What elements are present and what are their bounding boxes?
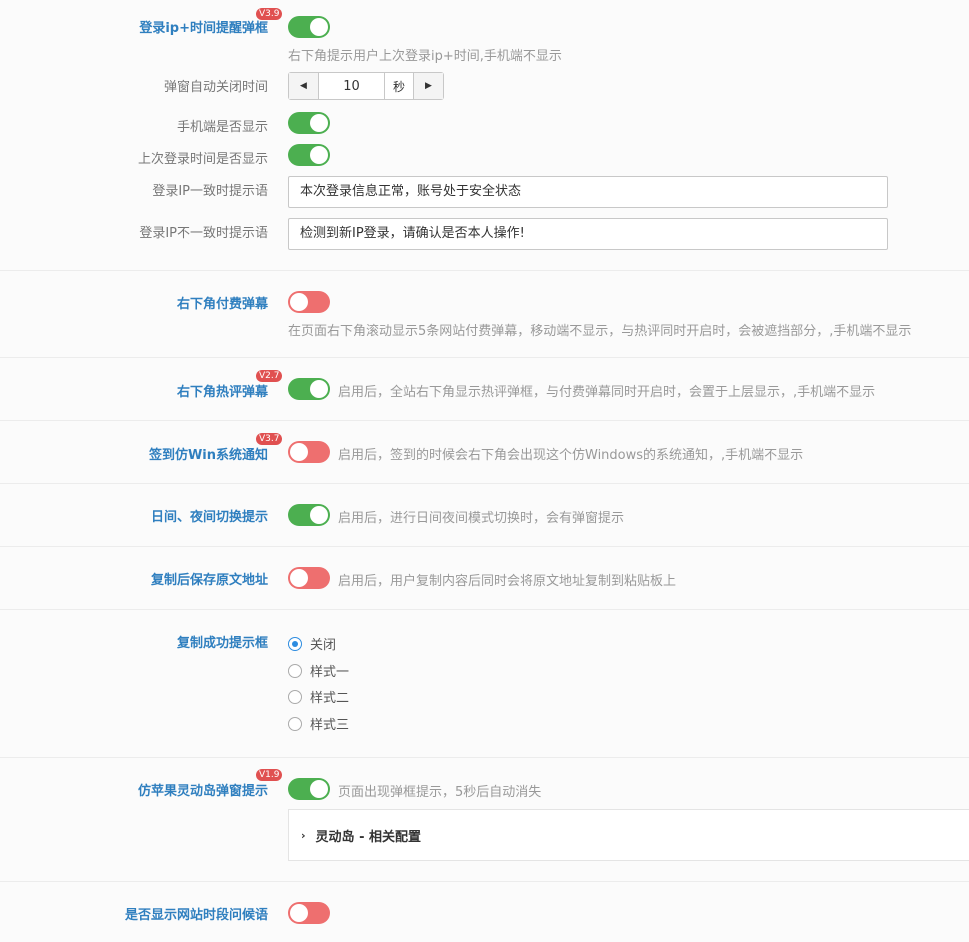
- chevron-right-icon: ›: [301, 828, 306, 842]
- config-panel-title: 灵动岛 - 相关配置: [315, 829, 421, 845]
- copy-source-desc: 启用后，用户复制内容后同时会将原文地址复制到粘贴板上: [338, 574, 677, 589]
- toggle-knob: [290, 904, 308, 922]
- hot-comment-desc: 启用后，全站右下角显示热评弹框，与付费弹幕同时开启时，会置于上层显示，,手机端不…: [338, 385, 876, 400]
- auto-close-label: 弹窗自动关闭时间: [163, 80, 268, 95]
- toggle-knob: [310, 114, 328, 132]
- paid-barrage-desc: 在页面右下角滚动显示5条网站付费弹幕，移动端不显示，与热评同时开启时，会被遮挡部…: [288, 324, 912, 339]
- day-night-toggle[interactable]: [288, 504, 330, 526]
- auto-close-unit: 秒: [392, 79, 405, 94]
- ip-match-tip-input[interactable]: 本次登录信息正常，账号处于安全状态: [288, 176, 888, 208]
- divider: [0, 270, 969, 271]
- radio-option-style-1[interactable]: 样式一: [288, 661, 349, 680]
- dynamic-island-label: 仿苹果灵动岛弹窗提示: [137, 784, 268, 799]
- radio-unchecked-icon: [288, 663, 302, 678]
- greeting-toggle[interactable]: [288, 902, 330, 924]
- radio-option-style-2[interactable]: 样式二: [288, 687, 349, 706]
- login-ip-popup-desc: 右下角提示用户上次登录ip+时间,手机端不显示: [288, 49, 562, 64]
- increment-button[interactable]: ▶: [413, 73, 443, 99]
- divider: [0, 881, 969, 882]
- win-notify-desc: 启用后，签到的时候会右下角会出现这个仿Windows的系统通知，,手机端不显示: [338, 448, 804, 463]
- login-ip-popup-toggle[interactable]: [288, 16, 330, 38]
- divider: [0, 546, 969, 547]
- toggle-knob: [290, 569, 308, 587]
- radio-label: 样式二: [310, 691, 350, 706]
- greeting-label: 是否显示网站时段问候语: [124, 908, 268, 923]
- win-notify-toggle[interactable]: [288, 441, 330, 463]
- auto-close-value[interactable]: 10: [319, 73, 385, 99]
- toggle-knob: [310, 380, 328, 398]
- version-badge: V3.9: [256, 8, 283, 20]
- toggle-knob: [290, 293, 308, 311]
- mobile-show-label: 手机端是否显示: [176, 120, 268, 135]
- divider: [0, 420, 969, 421]
- version-badge: V3.7: [256, 433, 283, 445]
- radio-label: 关闭: [310, 638, 337, 653]
- auto-close-stepper: ▶ 10 秒 ▶: [288, 72, 444, 100]
- toggle-knob: [310, 18, 328, 36]
- copy-source-toggle[interactable]: [288, 567, 330, 589]
- ip-match-tip-label: 登录IP一致时提示语: [152, 184, 268, 199]
- version-badge: V2.7: [256, 370, 283, 382]
- radio-label: 样式一: [310, 665, 350, 680]
- login-ip-popup-label: 登录ip+时间提醒弹框: [139, 21, 268, 36]
- divider: [0, 609, 969, 610]
- caret-right-icon: ▶: [425, 81, 432, 91]
- radio-unchecked-icon: [288, 716, 302, 731]
- copy-source-label: 复制后保存原文地址: [150, 573, 268, 588]
- paid-barrage-toggle[interactable]: [288, 291, 330, 313]
- copy-success-label: 复制成功提示框: [176, 636, 268, 651]
- dynamic-island-config-panel[interactable]: › 灵动岛 - 相关配置: [288, 809, 969, 861]
- ip-mismatch-tip-input[interactable]: 检测到新IP登录，请确认是否本人操作!: [288, 218, 888, 250]
- divider: [0, 757, 969, 758]
- toggle-knob: [310, 146, 328, 164]
- radio-option-style-3[interactable]: 样式三: [288, 714, 349, 733]
- caret-left-icon: ▶: [300, 81, 307, 91]
- version-badge: V1.9: [256, 769, 283, 781]
- decrement-button[interactable]: ▶: [289, 73, 319, 99]
- win-notify-label: 签到仿Win系统通知: [148, 448, 268, 463]
- radio-label: 样式三: [310, 718, 350, 733]
- divider: [0, 357, 969, 358]
- radio-checked-icon: [288, 636, 302, 651]
- hot-comment-label: 右下角热评弹幕: [176, 385, 268, 400]
- toggle-knob: [310, 780, 328, 798]
- divider: [0, 483, 969, 484]
- hot-comment-toggle[interactable]: [288, 378, 330, 400]
- radio-unchecked-icon: [288, 689, 302, 704]
- toggle-knob: [290, 443, 308, 461]
- last-login-show-toggle[interactable]: [288, 144, 330, 166]
- day-night-label: 日间、夜间切换提示: [150, 510, 268, 525]
- settings-page: 登录ip+时间提醒弹框 V3.9 右下角提示用户上次登录ip+时间,手机端不显示…: [0, 0, 969, 942]
- dynamic-island-desc: 页面出现弹框提示，5秒后自动消失: [338, 785, 542, 800]
- dynamic-island-toggle[interactable]: [288, 778, 330, 800]
- day-night-desc: 启用后，进行日间夜间模式切换时，会有弹窗提示: [338, 511, 625, 526]
- mobile-show-toggle[interactable]: [288, 112, 330, 134]
- radio-option-close[interactable]: 关闭: [288, 634, 336, 653]
- paid-barrage-label: 右下角付费弹幕: [176, 297, 268, 312]
- toggle-knob: [310, 506, 328, 524]
- last-login-show-label: 上次登录时间是否显示: [137, 152, 268, 167]
- ip-mismatch-tip-label: 登录IP不一致时提示语: [139, 226, 268, 241]
